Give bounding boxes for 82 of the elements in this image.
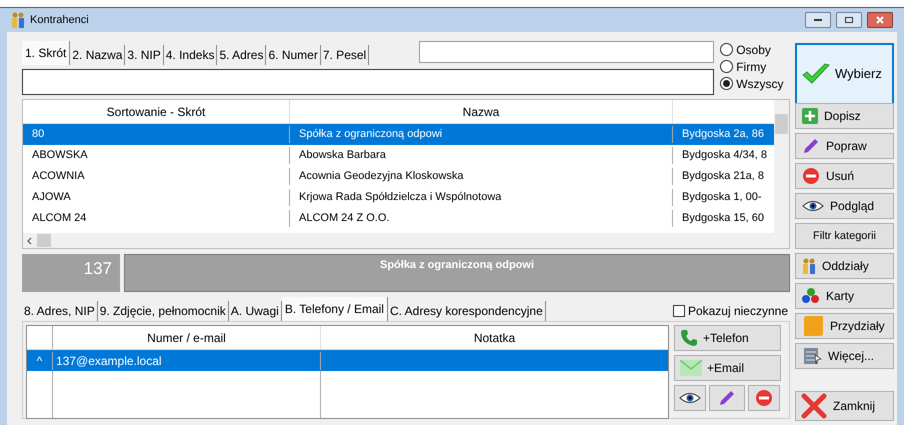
- plus-icon: [802, 108, 818, 124]
- filter-radio[interactable]: Wszyscy: [720, 75, 790, 92]
- table-row[interactable]: AJOWA Krjowa Rada Spółdzielcza i Wspólnotowa Bydgoska 1, 00-: [23, 187, 774, 208]
- people-icon: [802, 258, 816, 274]
- table-row[interactable]: ALCOM 24 ALCOM 24 Z O.O. Bydgoska 15, 60: [23, 208, 774, 229]
- contact-row[interactable]: ^ 137@example.local: [27, 350, 668, 371]
- colored-balls-icon: [802, 288, 820, 304]
- checkmark-icon: [801, 62, 831, 86]
- close-icon: [876, 16, 884, 24]
- record-name: Spółka z ograniczoną odpowi: [124, 254, 790, 292]
- search-tab[interactable]: 7. Pesel: [320, 45, 370, 65]
- table-cell: Krjowa Rada Spółdzielcza i Wspólnotowa: [290, 189, 673, 206]
- table-cell-text: Bydgoska 4/34, 8: [681, 148, 768, 164]
- side-button[interactable]: Karty: [795, 283, 894, 309]
- vertical-scrollbar[interactable]: [774, 100, 789, 248]
- edit-button[interactable]: [709, 385, 745, 411]
- eye-icon: [679, 391, 701, 405]
- minus-icon: [755, 389, 773, 407]
- window-title: Kontrahenci: [30, 12, 89, 28]
- side-button[interactable]: Wybierz: [795, 43, 894, 105]
- table-cell: Abowska Barbara: [290, 147, 673, 164]
- side-button[interactable]: Zamknij: [795, 391, 894, 421]
- column-header[interactable]: Notatka: [321, 326, 668, 349]
- scrollbar-thumb[interactable]: [775, 114, 788, 134]
- table-row[interactable]: 80 Spółka z ograniczoną odpowi Bydgoska 2a, 86: [23, 124, 774, 145]
- filter-radio[interactable]: Osoby: [720, 41, 790, 58]
- table-row[interactable]: ABOWSKA Abowska Barbara Bydgoska 4/34, 8: [23, 145, 774, 166]
- view-button[interactable]: [674, 385, 706, 411]
- table-cell-text: Bydgoska 2a, 86: [681, 127, 764, 142]
- filter-radio[interactable]: Firmy: [720, 58, 790, 75]
- table-cell: ALCOM 24 Z O.O.: [290, 210, 673, 227]
- eye-icon: [802, 199, 824, 213]
- add-contact-button[interactable]: +Email: [674, 355, 781, 381]
- phone-icon: [680, 329, 698, 347]
- minus-icon: [802, 167, 820, 185]
- table-cell: ABOWSKA: [23, 147, 290, 164]
- side-button[interactable]: Oddziały: [795, 253, 894, 279]
- maximize-button[interactable]: [836, 12, 862, 28]
- record-number: 137: [22, 254, 120, 292]
- table-cell-text: Bydgoska 1, 00-: [681, 190, 762, 206]
- column-header[interactable]: Numer / e-mail: [53, 326, 321, 349]
- people-icon: [11, 12, 25, 28]
- side-button[interactable]: Popraw: [795, 133, 894, 159]
- column-header[interactable]: Nazwa: [290, 100, 673, 123]
- delete-button[interactable]: [748, 385, 780, 411]
- table-cell-text: Bydgoska 15, 60: [681, 211, 764, 226]
- search-tab[interactable]: 3. NIP: [125, 45, 164, 65]
- search-tab[interactable]: 2. Nazwa: [70, 45, 126, 65]
- search-tab[interactable]: 5. Adres: [217, 45, 266, 65]
- detail-tab[interactable]: B. Telefony / Email: [282, 297, 388, 321]
- close-button[interactable]: [867, 12, 893, 28]
- side-button[interactable]: Więcej...: [795, 343, 894, 369]
- search-tab[interactable]: 6. Numer: [266, 45, 321, 65]
- scrollbar-thumb[interactable]: [37, 234, 51, 247]
- close-icon: [801, 393, 827, 419]
- table-cell: Acownia Geodezyjna Kloskowska: [290, 168, 673, 185]
- side-button[interactable]: Filtr kategorii: [795, 223, 894, 249]
- horizontal-scrollbar[interactable]: [23, 233, 774, 248]
- pencil-icon: [718, 389, 736, 407]
- table-cell: 137@example.local: [53, 352, 321, 370]
- column-header[interactable]: Sortowanie - Skrót: [23, 100, 290, 123]
- side-button[interactable]: Usuń: [795, 163, 894, 189]
- search-tab[interactable]: 1. Skrót: [22, 41, 70, 65]
- side-button[interactable]: Przydziały: [795, 313, 894, 339]
- side-button[interactable]: Podgląd: [795, 193, 894, 219]
- table-cell: AJOWA: [23, 189, 290, 206]
- search-field[interactable]: [419, 41, 714, 63]
- table-cell-text: Bydgoska 21a, 8: [681, 169, 764, 184]
- table-cell: 80: [23, 126, 290, 143]
- table-cell: ALCOM 24: [23, 210, 290, 227]
- panel-icon: [802, 346, 822, 366]
- minimize-button[interactable]: [805, 12, 831, 28]
- filter-field[interactable]: [22, 69, 714, 95]
- pencil-icon: [802, 137, 820, 155]
- table-cell: ACOWNIA: [23, 168, 290, 185]
- envelope-icon: [680, 360, 702, 376]
- side-button[interactable]: Dopisz: [795, 103, 894, 129]
- search-tab[interactable]: 4. Indeks: [164, 45, 218, 65]
- add-contact-button[interactable]: +Telefon: [674, 325, 781, 351]
- table-cell: Spółka z ograniczoną odpowi: [290, 126, 673, 143]
- document-icon: [802, 315, 824, 337]
- table-row[interactable]: ACOWNIA Acownia Geodezyjna Kloskowska Bydgoska 21a, 8: [23, 166, 774, 187]
